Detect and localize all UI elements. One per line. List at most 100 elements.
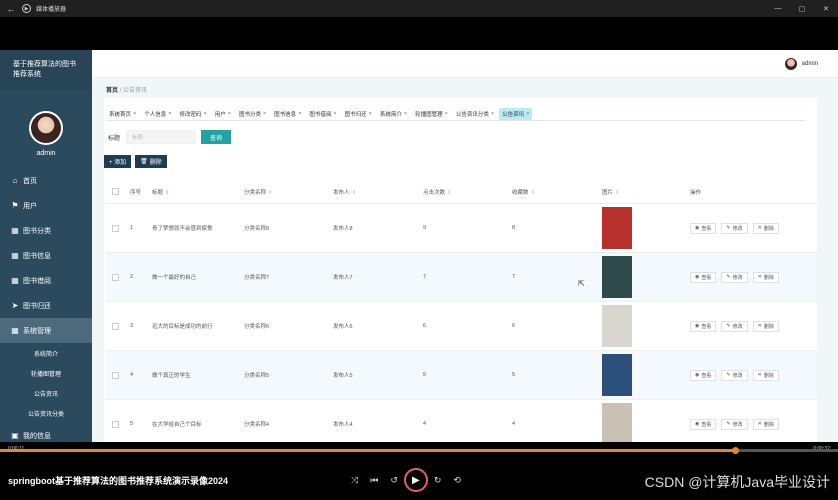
sort-icon: ⇕ — [351, 189, 357, 196]
view-button[interactable]: ◉ 查看 — [690, 320, 717, 332]
sidebar-subitem-intro[interactable]: 系统简介 — [0, 343, 92, 363]
cell-category: 分类名称4 — [244, 422, 270, 428]
cell-publisher: 发布人8 — [333, 226, 353, 232]
view-button[interactable]: ◉ 查看 — [690, 271, 717, 283]
tab-item[interactable]: 图书信息 × — [271, 108, 304, 120]
edit-button[interactable]: ✎ 修改 — [721, 418, 748, 430]
close-tab-icon[interactable]: × — [263, 111, 266, 117]
header-publisher[interactable]: 发布人 ⇕ — [333, 188, 423, 196]
avatar[interactable] — [29, 111, 63, 145]
sidebar-subitem-carousel[interactable]: 轮播图管理 — [0, 363, 92, 383]
rewind-icon[interactable]: ↺ — [390, 475, 398, 486]
row-checkbox[interactable] — [112, 420, 119, 428]
view-button[interactable]: ◉ 查看 — [690, 222, 717, 234]
close-button[interactable]: ✕ — [814, 0, 838, 17]
edit-icon: ✎ — [726, 274, 731, 280]
row-checkbox[interactable] — [112, 322, 119, 330]
book-cover-image — [602, 305, 632, 347]
tab-item[interactable]: 图书归还 × — [342, 108, 375, 120]
tab-item[interactable]: 图书分类 × — [236, 108, 269, 120]
close-tab-icon[interactable]: × — [168, 111, 171, 117]
close-tab-icon[interactable]: × — [404, 111, 407, 117]
edit-button[interactable]: ✎ 修改 — [721, 222, 748, 234]
header-clicks[interactable]: 点击次数 ⇕ — [423, 188, 512, 196]
search-button[interactable]: 查询 — [201, 130, 232, 144]
delete-label: 删除 — [149, 160, 162, 166]
sidebar-item-book-info[interactable]: ▦ 图书信息 — [0, 243, 92, 268]
sort-icon: ⇕ — [530, 189, 536, 196]
add-button[interactable]: + 添加 — [104, 155, 132, 168]
close-tab-icon[interactable]: × — [203, 111, 206, 117]
play-button[interactable]: ▶ — [403, 468, 428, 492]
header-category[interactable]: 分类名称 ⇕ — [244, 188, 333, 196]
tab-item[interactable]: 系统简介 × — [377, 108, 410, 120]
minimize-button[interactable]: — — [766, 0, 790, 17]
tab-item[interactable]: 图书借阅 × — [306, 108, 339, 120]
header-favs[interactable]: 收藏数 ⇕ — [512, 188, 602, 196]
sidebar-item-system[interactable]: ▦ 系统管理 — [0, 318, 92, 343]
sidebar-item-users[interactable]: ⚑ 用户 — [0, 193, 92, 218]
edit-button[interactable]: ✎ 修改 — [721, 320, 748, 332]
shuffle-icon[interactable]: ⤨ — [351, 475, 358, 486]
video-title: springboot基于推荐算法的图书推荐系统演示录像2024 — [8, 476, 229, 486]
sidebar-item-book-category[interactable]: ▦ 图书分类 — [0, 218, 92, 243]
close-tab-icon[interactable]: × — [445, 111, 448, 117]
user-menu[interactable]: admin — [784, 58, 818, 70]
delete-row-button[interactable]: ✕ 删除 — [752, 320, 779, 332]
window-title: 媒体播放器 — [36, 7, 67, 13]
progress-bar[interactable] — [0, 447, 838, 454]
topbar: admin — [92, 50, 838, 78]
sidebar-item-my-info[interactable]: ▣ 我的信息 — [0, 423, 92, 442]
previous-icon[interactable]: ⏮ — [370, 475, 378, 486]
maximize-button[interactable]: ▢ — [790, 0, 814, 17]
tab-item[interactable]: 系统首页 × — [106, 108, 139, 120]
row-checkbox[interactable] — [112, 224, 119, 232]
sidebar-subitem-news[interactable]: 公告资讯 — [0, 383, 92, 403]
sort-icon: ⇕ — [165, 189, 170, 196]
repeat-icon[interactable]: ⟲ — [453, 475, 461, 486]
row-checkbox[interactable] — [112, 371, 119, 379]
tab-item[interactable]: 用户 × — [212, 108, 234, 120]
breadcrumb: 首页 / 公告资讯 — [106, 85, 147, 94]
delete-row-button[interactable]: ✕ 删除 — [752, 271, 779, 283]
row-checkbox[interactable] — [112, 273, 119, 281]
sidebar-subitem-news-category[interactable]: 公告资讯分类 — [0, 403, 92, 423]
edit-button[interactable]: ✎ 修改 — [721, 369, 748, 381]
cell-title: 做一个最好的自己 — [152, 275, 197, 281]
sidebar-item-book-borrow[interactable]: ▦ 图书借阅 — [0, 268, 92, 293]
progress-knob[interactable] — [732, 447, 739, 454]
arrow-left-icon[interactable]: ← — [0, 4, 22, 14]
tab-label: 用户 — [214, 112, 226, 118]
sidebar-item-book-return[interactable]: ➤ 图书归还 — [0, 293, 92, 318]
forward-icon[interactable]: ↻ — [434, 475, 442, 486]
close-tab-icon[interactable]: × — [228, 111, 231, 117]
select-all-checkbox[interactable] — [112, 188, 119, 195]
close-tab-icon[interactable]: × — [298, 111, 301, 117]
delete-row-button[interactable]: ✕ 删除 — [752, 369, 779, 381]
header-title[interactable]: 标题 ⇕ — [152, 188, 244, 196]
view-button[interactable]: ◉ 查看 — [690, 369, 717, 381]
table-body: 1 青了梦想就不会感到疲惫 分类名称8 发布人8 9 8 ◉ 查看 ✎ 修改 ✕ 删除 2 做一个最好的自… — [106, 204, 817, 442]
close-tab-icon[interactable]: × — [133, 111, 136, 117]
tab-item[interactable]: 修改密码 × — [176, 108, 209, 120]
search-input[interactable]: 标题 — [126, 130, 197, 144]
tab-item[interactable]: 轮播图管理 × — [412, 108, 451, 120]
tab-item[interactable]: 个人信息 × — [141, 108, 174, 120]
close-tab-icon[interactable]: × — [491, 111, 494, 117]
tab-item[interactable]: 公告资讯分类 × — [453, 108, 497, 120]
delete-button[interactable]: 🗑 删除 — [135, 155, 167, 168]
edit-button[interactable]: ✎ 修改 — [721, 271, 748, 283]
sidebar-username: admin — [36, 150, 56, 157]
view-button[interactable]: ◉ 查看 — [690, 418, 717, 430]
close-tab-icon[interactable]: × — [369, 111, 372, 117]
sidebar-item-home[interactable]: ⌂ 首页 — [0, 168, 92, 193]
cell-no: 1 — [130, 225, 134, 231]
close-tab-icon[interactable]: × — [526, 111, 529, 117]
breadcrumb-home[interactable]: 首页 — [106, 88, 118, 94]
delete-row-button[interactable]: ✕ 删除 — [752, 418, 779, 430]
close-tab-icon[interactable]: × — [333, 111, 336, 117]
header-image[interactable]: 图片 ⇕ — [602, 188, 690, 196]
tab-item[interactable]: 公告资讯 × — [499, 108, 533, 120]
delete-row-button[interactable]: ✕ 删除 — [752, 222, 779, 234]
cell-no: 5 — [130, 421, 134, 427]
